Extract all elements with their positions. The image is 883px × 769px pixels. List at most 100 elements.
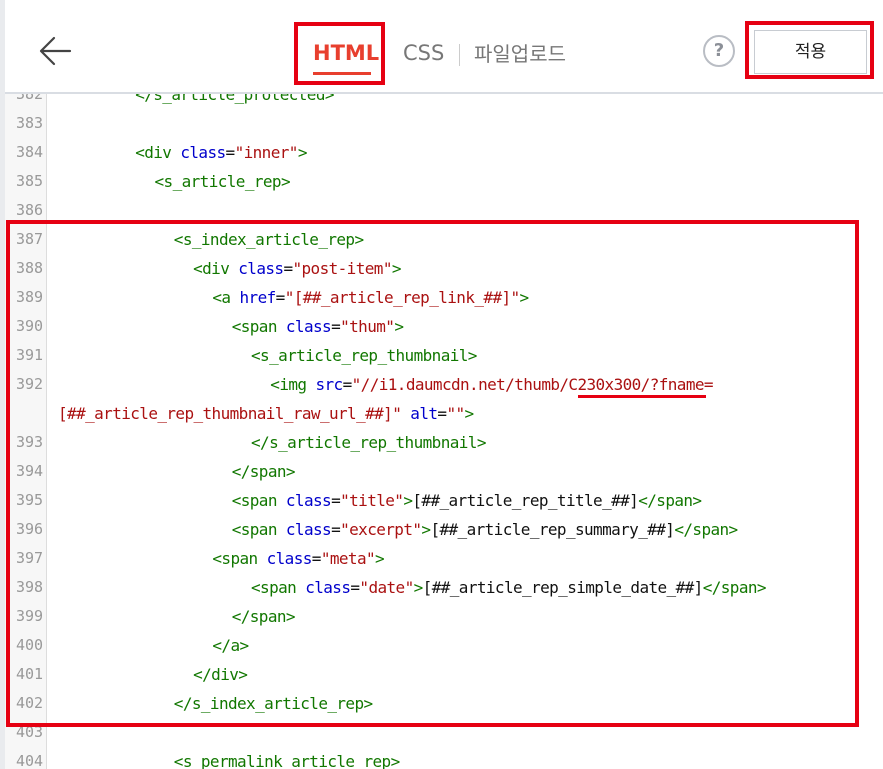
code-token: class [238,259,284,278]
code-line: 392 <img src="//i1.daumcdn.net/thumb/C230… [0,370,883,399]
code-text: <div class="post-item"> [193,254,401,283]
code-token: </a> [212,636,249,655]
code-token: class [305,578,351,597]
code-text: </span> [232,457,296,486]
line-number: 392 [16,375,44,393]
code-token: class [285,520,332,539]
code-token: </s_index_article_rep> [173,694,373,713]
arrow-left-icon[interactable] [36,33,76,69]
code-token: "title" [340,491,404,510]
code-text: <span class="meta"> [212,544,384,573]
line-number: 404 [16,752,44,769]
line-number: 384 [16,143,44,161]
code-token: "date" [359,578,414,597]
code-text: <span class="date">[##_article_rep_simpl… [251,573,767,602]
line-number: 388 [16,259,44,277]
left-edge [0,0,5,769]
code-token: [##_article_rep_summary_##] [430,520,675,539]
line-number: 397 [16,549,44,567]
tab-css[interactable]: CSS [403,40,444,66]
code-token: <span [231,520,286,539]
code-token: = [275,288,286,307]
active-tab-underline [313,72,371,75]
code-token: "post-item" [292,259,392,278]
editor-toolbar: HTML CSS 파일업로드 ? 적용 [0,0,883,94]
code-token: <img [270,375,316,394]
code-token: = [331,317,341,336]
code-line: 399 </span> [0,602,883,631]
code-token: <s_index_article_rep> [173,230,364,249]
code-text: <span class="excerpt">[##_article_rep_su… [232,515,738,544]
code-line: 384 <div class="inner"> [0,138,883,167]
apply-button[interactable]: 적용 [754,30,867,74]
line-number: 393 [16,433,44,451]
code-token: [##_article_rep_thumbnail_raw_url_##]" [58,404,402,423]
code-token: class [266,549,313,568]
code-token: > [394,317,404,336]
code-token: "meta" [320,549,376,568]
code-text: [##_article_rep_thumbnail_raw_url_##]" a… [58,399,474,428]
line-number: 402 [16,694,44,712]
code-text: </s_article_rep_thumbnail> [251,428,486,457]
code-token: <span [251,578,306,597]
code-token: </span> [231,607,296,626]
code-token: </span> [674,520,738,539]
code-line: 394 </span> [0,457,883,486]
code-token: <a [212,288,240,307]
code-text: <div class="inner"> [135,138,307,167]
code-token: <s_article_rep> [154,172,291,191]
code-text: <span class="thum"> [232,312,404,341]
code-token: "excerpt" [340,520,422,539]
code-token: [##_article_rep_simple_date_##] [422,578,704,597]
tab-file-upload[interactable]: 파일업로드 [474,41,566,67]
code-line: 390 <span class="thum"> [0,312,883,341]
line-number: 395 [16,491,44,509]
code-token: <s_article_rep_thumbnail> [251,346,477,365]
help-icon[interactable]: ? [703,35,735,67]
line-number: 391 [16,346,44,364]
line-number: 403 [16,723,44,741]
code-token: <span [212,549,267,568]
code-token: "//i1.daumcdn.net/thumb/C230x300/?fname= [351,375,714,394]
code-text: <span class="title">[##_article_rep_titl… [232,486,702,515]
code-line: 387 <s_index_article_rep> [0,225,883,254]
line-number: 383 [16,114,44,132]
code-line: 400 </a> [0,631,883,660]
code-token: href [239,288,277,307]
code-line: 386 [0,196,883,225]
code-token: <span [231,317,286,336]
code-text: <s_permalink_article_rep> [174,747,400,769]
code-token: > [391,259,402,278]
code-line: 383 [0,109,883,138]
code-token: > [297,143,308,162]
code-token: "inner" [234,143,299,162]
line-number: 385 [16,172,44,190]
tab-css-label: CSS [403,41,445,65]
tab-html[interactable]: HTML [313,40,379,75]
code-line: 395 <span class="title">[##_article_rep_t… [0,486,883,515]
line-number: 401 [16,665,44,683]
thumb-size-underline-annotation [578,395,706,398]
code-token: <span [231,491,286,510]
tab-divider [459,44,460,66]
code-line: 402 </s_index_article_rep> [0,689,883,718]
code-token: alt [410,404,438,423]
code-text: <a href="[##_article_rep_link_##]"> [212,283,530,312]
code-token: </span> [638,491,702,510]
code-token: > [519,288,530,307]
line-number: 387 [16,230,44,248]
code-token: [##_article_rep_title_##] [412,491,639,510]
code-line: 388 <div class="post-item"> [0,254,883,283]
code-text: </s_index_article_rep> [174,689,373,718]
code-line: 401 </div> [0,660,883,689]
code-line: 393 </s_article_rep_thumbnail> [0,428,883,457]
code-token: = [311,549,322,568]
line-number: 386 [16,201,44,219]
code-token: class [180,143,226,162]
code-text: <s_index_article_rep> [174,225,364,254]
code-token: = [342,375,353,394]
line-number: 398 [16,578,44,596]
code-line: [##_article_rep_thumbnail_raw_url_##]" a… [0,399,883,428]
code-editor[interactable]: 382 </s_article_protected> 383 384 <div clas… [0,94,883,769]
code-text: </div> [193,660,248,689]
